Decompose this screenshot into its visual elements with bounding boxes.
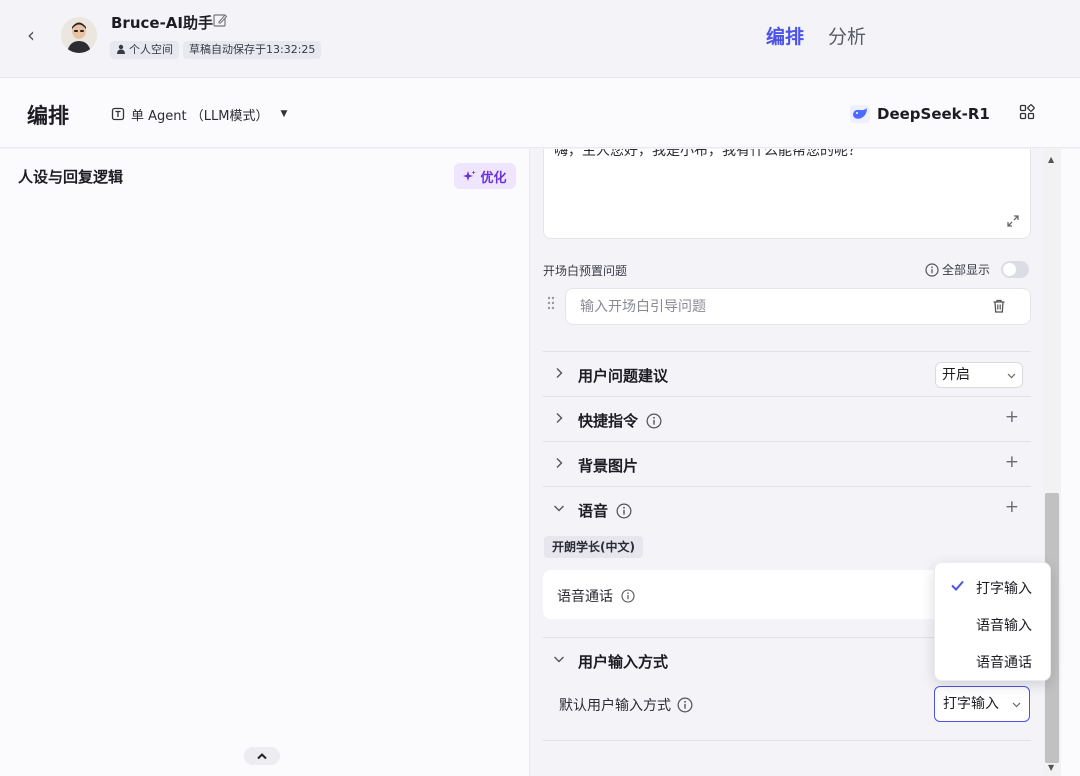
- section-background-image[interactable]: 背景图片 +: [543, 441, 1031, 486]
- sub-toolbar: 编排 单 Agent （LLM模式） ▼ DeepSeek-R1: [0, 78, 1080, 148]
- right-gutter: [1061, 149, 1080, 776]
- info-icon[interactable]: [646, 413, 662, 429]
- section-question-suggestions[interactable]: 用户问题建议 开启: [543, 351, 1031, 396]
- agent-mode-icon: [111, 107, 125, 121]
- option-label: 语音输入: [976, 618, 1032, 634]
- dropdown-option-voice-call[interactable]: 语音通话: [935, 642, 1052, 678]
- info-icon[interactable]: [677, 697, 693, 713]
- section-title: 语音: [578, 502, 609, 520]
- show-all-toggle[interactable]: [1001, 261, 1029, 278]
- add-icon[interactable]: +: [1005, 452, 1019, 472]
- caret-down-icon: ▼: [280, 109, 288, 119]
- drag-handle-icon[interactable]: [546, 295, 556, 311]
- add-icon[interactable]: +: [1005, 407, 1019, 427]
- space-label: 个人空间: [129, 43, 173, 56]
- default-input-row: 默认用户输入方式: [559, 695, 693, 715]
- scroll-down-icon[interactable]: ▼: [1048, 763, 1054, 772]
- person-icon: [117, 44, 125, 54]
- chevron-down-icon: [1007, 373, 1016, 379]
- chevron-down-icon: [554, 505, 564, 512]
- tab-edit[interactable]: 编排: [766, 22, 804, 49]
- model-select[interactable]: DeepSeek-R1: [850, 103, 990, 125]
- section-shortcuts[interactable]: 快捷指令 +: [543, 396, 1031, 441]
- deepseek-whale-icon: [850, 105, 870, 123]
- checkmark-icon: [951, 580, 964, 591]
- agent-mode-label: 单 Agent （LLM模式）: [131, 108, 269, 124]
- optimize-label: 优化: [480, 170, 507, 186]
- save-status-badge: 草稿自动保存于13:32:25: [183, 41, 322, 59]
- input-method-dropdown: 打字输入 语音输入 语音通话: [934, 562, 1051, 681]
- page-title: 编排: [27, 104, 69, 128]
- show-all-label: 全部显示: [942, 263, 991, 277]
- bot-name: Bruce-AI助手: [111, 14, 213, 32]
- collapse-button[interactable]: [244, 747, 280, 765]
- section-title: 用户输入方式: [578, 653, 669, 671]
- add-icon[interactable]: +: [1005, 497, 1019, 517]
- bot-avatar[interactable]: [61, 17, 97, 53]
- select-value: 开启: [942, 367, 970, 383]
- back-arrow-icon[interactable]: ‹: [20, 24, 42, 46]
- default-input-select[interactable]: 打字输入: [934, 686, 1030, 722]
- chevron-down-icon: [554, 656, 564, 663]
- preset-question-input[interactable]: [565, 288, 1031, 325]
- scrollbar[interactable]: ▲ ▼: [1043, 149, 1061, 776]
- space-badge: 个人空间: [110, 41, 179, 59]
- scroll-up-icon[interactable]: ▲: [1048, 155, 1054, 164]
- info-icon[interactable]: [925, 262, 939, 277]
- chevron-up-icon: [257, 753, 267, 760]
- top-bar: ‹ Bruce-AI助手 个人空间 草稿自动保存于13:32:25 编排 分析: [0, 0, 1080, 78]
- trash-icon[interactable]: [991, 298, 1007, 314]
- persona-title: 人设与回复逻辑: [18, 168, 124, 186]
- dropdown-option-typing[interactable]: 打字输入: [935, 568, 1052, 604]
- option-label: 语音通话: [976, 655, 1032, 671]
- info-icon[interactable]: [621, 589, 635, 603]
- select-value: 打字输入: [943, 696, 999, 712]
- sparkle-icon: [463, 170, 476, 181]
- opening-text: 嗨，主人您好，我是小布，我有什么能帮您的呢？: [554, 149, 862, 159]
- chevron-down-icon: [1012, 702, 1021, 708]
- edit-icon[interactable]: [212, 12, 228, 30]
- divider: [543, 740, 1031, 741]
- persona-panel: 人设与回复逻辑 优化: [0, 149, 530, 776]
- chevron-right-icon: [556, 458, 563, 468]
- section-title: 用户问题建议: [578, 367, 669, 385]
- voice-tag[interactable]: 开朗学长(中文): [544, 536, 643, 558]
- section-title: 背景图片: [578, 457, 639, 475]
- settings-panel: 嗨，主人您好，我是小布，我有什么能帮您的呢？ 开场白预置问题 全部显示 用户问题…: [531, 149, 1043, 776]
- agent-mode-select[interactable]: 单 Agent （LLM模式） ▼: [111, 103, 287, 125]
- model-label: DeepSeek-R1: [877, 105, 990, 123]
- tab-analyze[interactable]: 分析: [828, 22, 866, 49]
- info-icon[interactable]: [616, 503, 632, 519]
- preset-questions-label: 开场白预置问题: [543, 264, 628, 278]
- chevron-right-icon: [556, 413, 563, 423]
- option-label: 打字输入: [976, 581, 1032, 597]
- default-input-label: 默认用户输入方式: [559, 698, 671, 714]
- dropdown-option-voice-input[interactable]: 语音输入: [935, 605, 1052, 641]
- question-suggestions-select[interactable]: 开启: [935, 362, 1023, 388]
- expand-icon[interactable]: [1006, 214, 1020, 228]
- chevron-right-icon: [556, 368, 563, 378]
- opening-text-editor[interactable]: 嗨，主人您好，我是小布，我有什么能帮您的呢？: [543, 149, 1031, 239]
- optimize-button[interactable]: 优化: [454, 163, 516, 189]
- layout-grid-icon[interactable]: [1019, 104, 1035, 120]
- section-voice[interactable]: 语音 +: [543, 486, 1031, 531]
- section-title: 快捷指令: [578, 412, 639, 430]
- show-all-control: 全部显示: [925, 261, 990, 278]
- voice-call-label: 语音通话: [557, 589, 613, 605]
